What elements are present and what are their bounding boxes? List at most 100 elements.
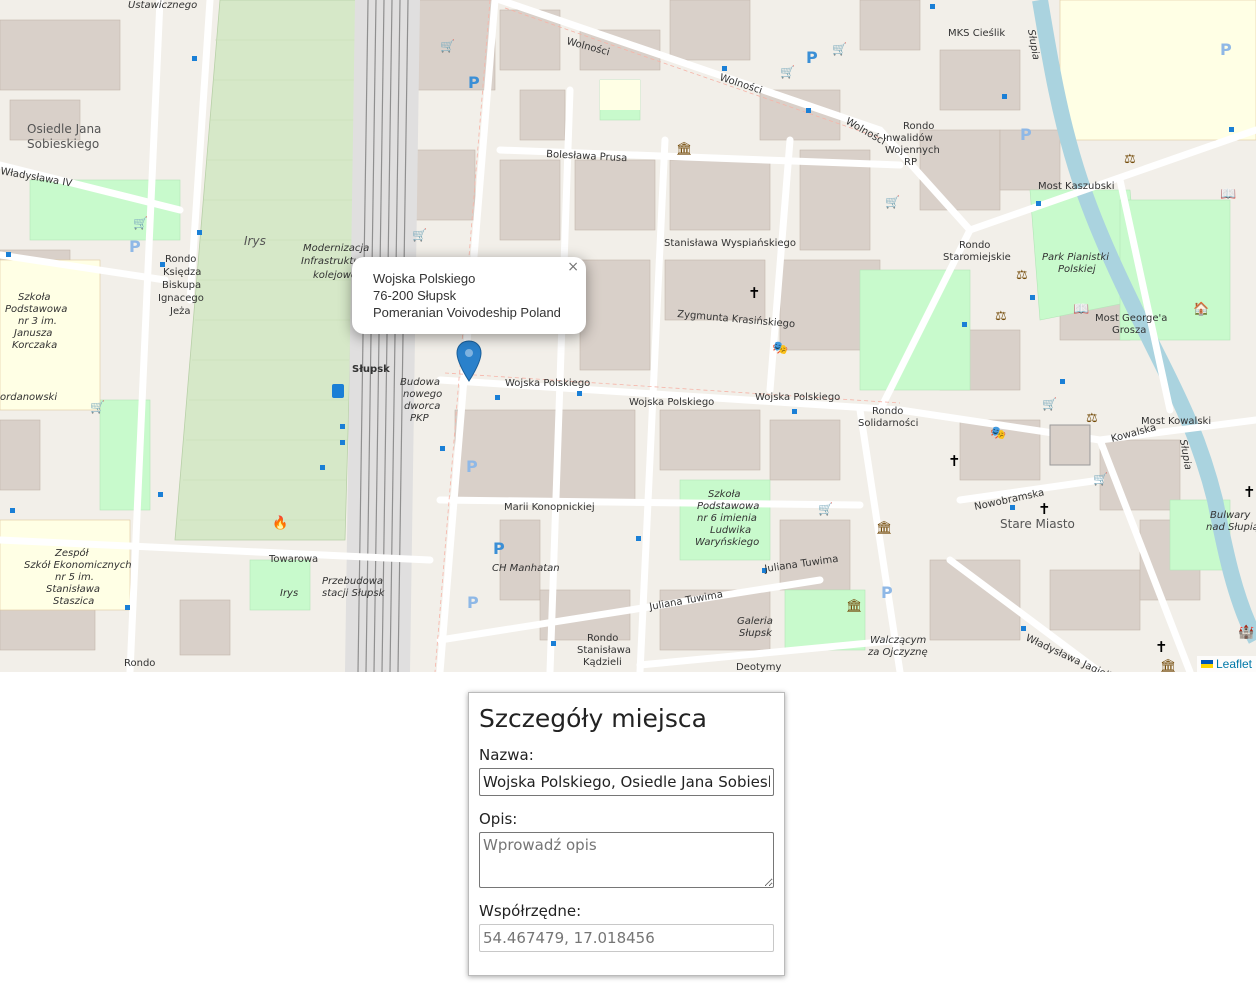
label-most-kaszubski: Most Kaszubski <box>1038 181 1115 192</box>
label-bulwary-1: Bulwary <box>1210 510 1251 521</box>
description-label: Opis: <box>479 810 518 828</box>
label-rondo-inw-3: Wojennych <box>885 145 940 156</box>
label-przebudowa-1: Przebudowa <box>322 576 383 587</box>
label-deotymy: Deotymy <box>736 662 782 672</box>
svg-text:🔥: 🔥 <box>272 515 288 531</box>
label-towarowa: Towarowa <box>268 554 318 565</box>
svg-text:✝: ✝ <box>748 284 761 302</box>
label-most-george-2: Grosza <box>1112 325 1146 336</box>
label-budowa-2: nowego <box>403 389 442 400</box>
label-ch-manhatan: CH Manhatan <box>492 563 560 574</box>
label-ordanowski: ordanowski <box>0 392 57 403</box>
label-rondo-inw-1: Rondo <box>903 121 934 132</box>
svg-text:🛒: 🛒 <box>1042 397 1057 411</box>
svg-text:P: P <box>493 539 505 558</box>
label-stare-miasto: Stare Miasto <box>1000 517 1075 531</box>
coordinates-label: Współrzędne: <box>479 902 582 920</box>
place-details-panel: Szczegóły miejsca Nazwa: Opis: Współrzęd… <box>468 692 785 976</box>
svg-text:P: P <box>1020 125 1032 144</box>
label-szkola-2: Podstawowa <box>697 501 759 512</box>
label-marii: Marii Konopnickiej <box>504 502 595 513</box>
svg-text:🛒: 🛒 <box>832 42 847 56</box>
label-rondo-ksiedza-3: Biskupa <box>162 280 201 291</box>
svg-text:⚖: ⚖ <box>1016 268 1028 283</box>
map[interactable]: ✝ ✝ ✝ ✝ ✝ 🛒 🛒 🛒 🛒 🛒 🛒 🛒 🛒 🛒 🛒 P P P P P <box>0 0 1256 672</box>
name-input[interactable] <box>479 768 774 796</box>
svg-text:🛒: 🛒 <box>780 65 795 79</box>
svg-text:P: P <box>1220 40 1232 59</box>
label-rondo-kadz-2: Stanisława <box>577 645 631 656</box>
svg-text:P: P <box>467 593 479 612</box>
svg-text:🛒: 🛒 <box>818 502 833 516</box>
label-przebudowa-2: stacji Słupsk <box>322 588 386 599</box>
label-wojska-2: Wojska Polskiego <box>629 397 714 408</box>
svg-text:🏛: 🏛 <box>846 598 863 614</box>
svg-text:✝: ✝ <box>948 452 961 470</box>
description-textarea[interactable] <box>479 832 774 888</box>
svg-text:⚖: ⚖ <box>1124 152 1136 167</box>
label-szkola-p-1: Szkoła <box>18 292 51 303</box>
label-zespol-1: Zespół <box>54 547 90 559</box>
svg-text:🛒: 🛒 <box>90 400 105 414</box>
svg-text:✝: ✝ <box>1243 483 1256 501</box>
svg-text:🏛: 🏛 <box>876 520 893 536</box>
label-mks: MKS Cieślik <box>948 27 1005 39</box>
label-rondo-inw-2: Inwalidów <box>883 132 933 144</box>
address-popup: × Wojska Polskiego 76-200 Słupsk Pomeran… <box>352 257 586 334</box>
svg-text:🎭: 🎭 <box>990 426 1006 441</box>
label-rondo-ksiedza-4: Ignacego <box>158 293 204 304</box>
label-szkola-4: Ludwika <box>710 525 751 536</box>
svg-text:🏰: 🏰 <box>1238 624 1254 640</box>
label-budowa-4: PKP <box>410 413 430 424</box>
label-rondo-ksiedza-2: Księdza <box>163 267 201 278</box>
label-szkola-p-5: Korczaka <box>12 340 57 351</box>
label-osiedle-2: Sobieskiego <box>27 137 99 151</box>
label-szkola-p-3: nr 3 im. <box>18 316 57 327</box>
svg-text:⚖: ⚖ <box>1086 411 1098 426</box>
map-tiles: ✝ ✝ ✝ ✝ ✝ 🛒 🛒 🛒 🛒 🛒 🛒 🛒 🛒 🛒 🛒 P P P P P <box>0 0 1256 672</box>
label-osiedle-1: Osiedle Jana <box>27 122 101 136</box>
svg-text:🏛: 🏛 <box>1160 658 1177 672</box>
svg-text:P: P <box>466 457 478 476</box>
label-ustawicznego: Ustawicznego <box>128 0 197 11</box>
popup-close-button[interactable]: × <box>567 259 579 276</box>
label-irys-2: Irys <box>280 588 298 599</box>
svg-text:🛒: 🛒 <box>412 228 427 242</box>
label-stanislawa-wyspianskiego: Stanisława Wyspiańskiego <box>664 237 796 249</box>
svg-text:P: P <box>806 48 818 67</box>
svg-text:🏠: 🏠 <box>1193 301 1209 317</box>
svg-text:🏛: 🏛 <box>676 141 693 157</box>
popup-postal: 76-200 Słupsk <box>373 288 457 303</box>
svg-text:🛒: 🛒 <box>133 216 148 230</box>
label-rondo-ksiedza-1: Rondo <box>165 254 196 265</box>
label-rondo-inw-4: RP <box>904 157 917 168</box>
name-label: Nazwa: <box>479 746 534 764</box>
svg-text:📖: 📖 <box>1073 302 1089 317</box>
label-most-george-1: Most George'a <box>1095 313 1167 324</box>
label-wojska-1: Wojska Polskiego <box>505 378 590 389</box>
popup-region: Pomeranian Voivodeship Poland <box>373 305 561 320</box>
svg-text:🛒: 🛒 <box>440 39 455 53</box>
label-szkola-p-2: Podstawowa <box>5 304 67 315</box>
label-rondo-kadz-3: Kądzieli <box>583 657 622 668</box>
svg-text:✝: ✝ <box>1038 500 1051 518</box>
svg-text:⚖: ⚖ <box>995 309 1007 324</box>
map-attribution: Leaflet <box>1196 656 1256 672</box>
label-rondo-bottom: Rondo <box>124 658 155 669</box>
label-budowa-3: dworca <box>404 401 440 412</box>
label-szkola-5: Waryńskiego <box>695 536 759 548</box>
svg-text:🛒: 🛒 <box>1093 472 1108 486</box>
svg-text:📖: 📖 <box>1220 187 1236 202</box>
coordinates-input[interactable] <box>479 924 774 952</box>
label-rondo-star-2: Staromiejskie <box>943 252 1011 263</box>
leaflet-link[interactable]: Leaflet <box>1216 656 1252 672</box>
label-szkola-3: nr 6 imienia <box>697 513 757 524</box>
svg-text:P: P <box>468 73 480 92</box>
popup-street: Wojska Polskiego <box>373 271 476 286</box>
label-budowa-1: Budowa <box>400 377 440 388</box>
label-walczacym-2: za Ojczyznę <box>867 647 928 658</box>
svg-text:P: P <box>881 583 893 602</box>
label-zespol-4: Stanisława <box>46 584 100 595</box>
label-szkola-1: Szkoła <box>708 489 741 500</box>
label-rondo-ksiedza-5: Jeża <box>169 306 190 317</box>
